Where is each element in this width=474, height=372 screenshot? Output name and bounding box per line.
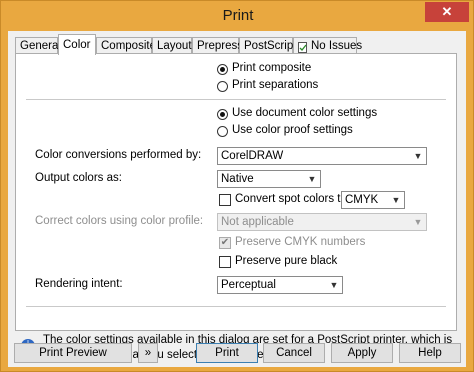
window-title: Print xyxy=(222,7,254,24)
close-button[interactable]: ✕ xyxy=(425,2,469,22)
spot-color-dropdown[interactable]: CMYK ▼ xyxy=(341,191,405,209)
chevron-down-icon: ▼ xyxy=(413,151,423,161)
profile-value: Not applicable xyxy=(221,216,294,228)
expand-preview-button[interactable]: » xyxy=(138,343,158,363)
print-dialog: Print ✕ General Color Composite Layout P… xyxy=(0,0,474,372)
convert-spot-label[interactable]: Convert spot colors to: xyxy=(235,193,350,205)
conversions-dropdown[interactable]: CorelDRAW ▼ xyxy=(217,147,427,165)
output-colors-value: Native xyxy=(221,173,254,185)
color-proof-settings-label[interactable]: Use color proof settings xyxy=(232,124,353,136)
tab-prepress[interactable]: Prepress xyxy=(192,37,243,54)
conversions-value: CorelDRAW xyxy=(221,150,284,162)
tab-color[interactable]: Color xyxy=(58,34,96,55)
convert-spot-checkbox[interactable] xyxy=(219,194,231,206)
document-color-settings-label[interactable]: Use document color settings xyxy=(232,107,377,119)
spot-color-value: CMYK xyxy=(345,194,379,206)
print-composite-label[interactable]: Print composite xyxy=(232,62,311,74)
tab-no-issues-label: No Issues xyxy=(311,40,363,52)
print-separations-radio[interactable] xyxy=(217,81,228,92)
title-bar[interactable]: Print ✕ xyxy=(1,1,474,32)
conversions-label: Color conversions performed by: xyxy=(35,149,202,161)
preserve-cmyk-checkbox[interactable]: ✔ xyxy=(219,237,231,249)
output-colors-label: Output colors as: xyxy=(35,172,122,184)
help-button[interactable]: Help xyxy=(399,343,461,363)
chevron-down-icon: ▼ xyxy=(391,195,401,205)
profile-label: Correct colors using color profile: xyxy=(35,215,204,227)
color-proof-settings-radio[interactable] xyxy=(217,126,228,137)
preserve-black-checkbox[interactable] xyxy=(219,256,231,268)
tab-general[interactable]: General xyxy=(15,37,61,54)
tab-no-issues[interactable]: No Issues xyxy=(293,37,362,54)
print-separations-label[interactable]: Print separations xyxy=(232,79,318,91)
chevron-down-icon: ▼ xyxy=(307,174,317,184)
tab-composite[interactable]: Composite xyxy=(96,37,156,54)
rendering-intent-dropdown[interactable]: Perceptual ▼ xyxy=(217,276,343,294)
separator xyxy=(26,99,446,100)
cancel-button[interactable]: Cancel xyxy=(263,343,325,363)
document-check-icon xyxy=(298,42,308,53)
color-tab-panel: Print composite Print separations Use do… xyxy=(15,53,457,331)
print-preview-button[interactable]: Print Preview xyxy=(14,343,132,363)
dialog-client: General Color Composite Layout Prepress … xyxy=(8,31,466,367)
chevron-down-icon: ▼ xyxy=(413,217,423,227)
print-button[interactable]: Print xyxy=(196,343,258,363)
output-colors-dropdown[interactable]: Native ▼ xyxy=(217,170,321,188)
rendering-intent-value: Perceptual xyxy=(221,279,276,291)
chevron-down-icon: ▼ xyxy=(329,280,339,290)
separator xyxy=(26,306,446,307)
tab-postscript[interactable]: PostScript xyxy=(239,37,296,54)
preserve-black-label[interactable]: Preserve pure black xyxy=(235,255,337,267)
apply-button[interactable]: Apply xyxy=(331,343,393,363)
preserve-cmyk-label[interactable]: Preserve CMYK numbers xyxy=(235,236,365,248)
print-composite-radio[interactable] xyxy=(217,64,228,75)
tab-layout[interactable]: Layout xyxy=(152,37,192,54)
document-color-settings-radio[interactable] xyxy=(217,109,228,120)
profile-dropdown[interactable]: Not applicable ▼ xyxy=(217,213,427,231)
rendering-intent-label: Rendering intent: xyxy=(35,278,123,290)
